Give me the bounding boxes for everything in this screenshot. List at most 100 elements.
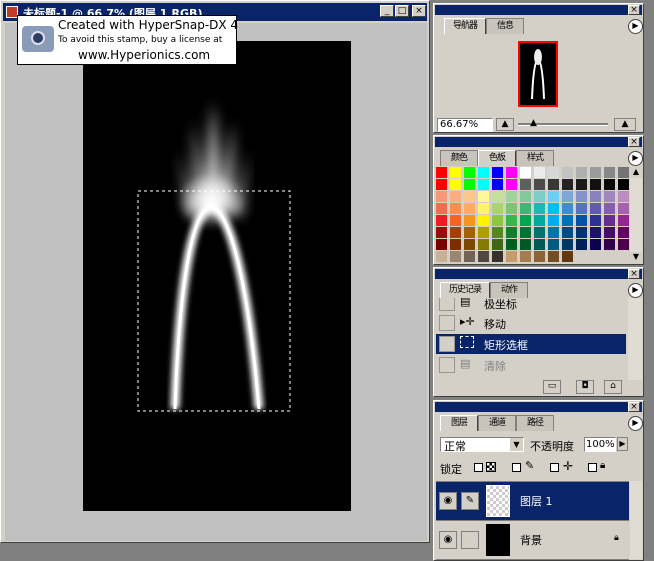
color-swatch[interactable] xyxy=(548,251,559,262)
color-swatch[interactable] xyxy=(506,215,517,226)
navigator-close-button[interactable]: × xyxy=(628,5,640,15)
chevron-down-icon[interactable]: ▼ xyxy=(510,438,523,451)
color-swatch[interactable] xyxy=(590,191,601,202)
color-swatch[interactable] xyxy=(450,191,461,202)
color-swatch[interactable] xyxy=(464,167,475,178)
color-swatch[interactable] xyxy=(436,251,447,262)
color-swatch[interactable] xyxy=(520,239,531,250)
color-swatch[interactable] xyxy=(604,179,615,190)
tab-styles[interactable]: 样式 xyxy=(516,150,554,166)
tab-actions[interactable]: 动作 xyxy=(490,282,528,298)
color-swatch[interactable] xyxy=(548,215,559,226)
color-swatch[interactable] xyxy=(562,215,573,226)
navigator-titlebar[interactable]: × xyxy=(435,5,642,15)
layers-close-button[interactable]: × xyxy=(628,402,640,412)
color-swatch[interactable] xyxy=(548,239,559,250)
color-swatch[interactable] xyxy=(604,167,615,178)
color-swatch[interactable] xyxy=(562,251,573,262)
color-swatch[interactable] xyxy=(436,227,447,238)
color-swatch[interactable] xyxy=(464,203,475,214)
color-swatch[interactable] xyxy=(576,203,587,214)
color-swatch[interactable] xyxy=(618,239,629,250)
color-swatch[interactable] xyxy=(604,203,615,214)
color-swatch[interactable] xyxy=(534,239,545,250)
color-swatch[interactable] xyxy=(576,167,587,178)
color-swatch[interactable] xyxy=(604,227,615,238)
color-swatch[interactable] xyxy=(576,191,587,202)
color-swatch[interactable] xyxy=(450,203,461,214)
swatch-grid[interactable] xyxy=(436,167,630,263)
color-swatch[interactable] xyxy=(590,251,601,262)
color-swatch[interactable] xyxy=(562,179,573,190)
color-swatch[interactable] xyxy=(436,179,447,190)
color-swatch[interactable] xyxy=(506,179,517,190)
color-swatch[interactable] xyxy=(576,179,587,190)
layers-menu-arrow[interactable]: ▶ xyxy=(628,416,643,431)
eye-icon[interactable]: ◉ xyxy=(439,492,457,510)
color-swatch[interactable] xyxy=(478,203,489,214)
color-swatch[interactable] xyxy=(464,227,475,238)
zoom-in-icon[interactable]: ▲ xyxy=(614,118,636,131)
color-swatch[interactable] xyxy=(478,227,489,238)
color-swatch[interactable] xyxy=(450,215,461,226)
tab-info[interactable]: 信息 xyxy=(486,18,524,34)
swatches-scrollbar[interactable]: ▲ ▼ xyxy=(630,167,642,263)
color-swatch[interactable] xyxy=(478,215,489,226)
zoom-out-icon[interactable]: ▲ xyxy=(496,118,514,131)
color-swatch[interactable] xyxy=(590,227,601,238)
history-close-button[interactable]: × xyxy=(628,269,640,279)
color-swatch[interactable] xyxy=(534,167,545,178)
color-swatch[interactable] xyxy=(464,215,475,226)
close-button[interactable]: × xyxy=(412,5,426,17)
color-swatch[interactable] xyxy=(548,167,559,178)
history-item-selected[interactable]: 矩形选框 xyxy=(436,334,626,354)
color-swatch[interactable] xyxy=(478,239,489,250)
color-swatch[interactable] xyxy=(534,251,545,262)
color-swatch[interactable] xyxy=(548,203,559,214)
opacity-input[interactable]: 100% xyxy=(584,437,616,452)
color-swatch[interactable] xyxy=(604,239,615,250)
color-swatch[interactable] xyxy=(492,203,503,214)
history-snapshot-box[interactable] xyxy=(439,298,455,311)
swatches-titlebar[interactable]: × xyxy=(435,137,642,147)
scroll-down-icon[interactable]: ▼ xyxy=(630,252,642,263)
color-swatch[interactable] xyxy=(492,191,503,202)
color-swatch[interactable] xyxy=(590,167,601,178)
color-swatch[interactable] xyxy=(604,191,615,202)
tab-color[interactable]: 颜色 xyxy=(440,150,478,166)
color-swatch[interactable] xyxy=(506,191,517,202)
color-swatch[interactable] xyxy=(548,227,559,238)
tab-paths[interactable]: 路径 xyxy=(516,415,554,431)
color-swatch[interactable] xyxy=(520,227,531,238)
color-swatch[interactable] xyxy=(590,179,601,190)
color-swatch[interactable] xyxy=(618,167,629,178)
color-swatch[interactable] xyxy=(478,251,489,262)
color-swatch[interactable] xyxy=(562,203,573,214)
blend-mode-select[interactable]: 正常 ▼ xyxy=(440,437,524,453)
navigator-preview[interactable] xyxy=(518,41,558,107)
swatches-menu-arrow[interactable]: ▶ xyxy=(628,151,643,166)
color-swatch[interactable] xyxy=(604,251,615,262)
color-swatch[interactable] xyxy=(562,167,573,178)
color-swatch[interactable] xyxy=(506,227,517,238)
layer-row[interactable]: ◉ 背景 🔒︎ xyxy=(436,521,629,560)
color-swatch[interactable] xyxy=(548,191,559,202)
color-swatch[interactable] xyxy=(618,227,629,238)
color-swatch[interactable] xyxy=(534,215,545,226)
zoom-input[interactable]: 66.67% xyxy=(437,118,493,132)
scroll-up-icon[interactable]: ▲ xyxy=(630,167,642,178)
color-swatch[interactable] xyxy=(618,191,629,202)
history-item[interactable]: ▸✛ 移动 xyxy=(436,313,626,333)
color-swatch[interactable] xyxy=(478,179,489,190)
tab-swatches[interactable]: 色板 xyxy=(478,150,516,166)
color-swatch[interactable] xyxy=(618,215,629,226)
color-swatch[interactable] xyxy=(436,239,447,250)
tab-history[interactable]: 历史记录 xyxy=(440,282,490,298)
color-swatch[interactable] xyxy=(492,227,503,238)
color-swatch[interactable] xyxy=(576,227,587,238)
color-swatch[interactable] xyxy=(478,167,489,178)
color-swatch[interactable] xyxy=(464,191,475,202)
color-swatch[interactable] xyxy=(464,251,475,262)
color-swatch[interactable] xyxy=(492,167,503,178)
color-swatch[interactable] xyxy=(450,251,461,262)
